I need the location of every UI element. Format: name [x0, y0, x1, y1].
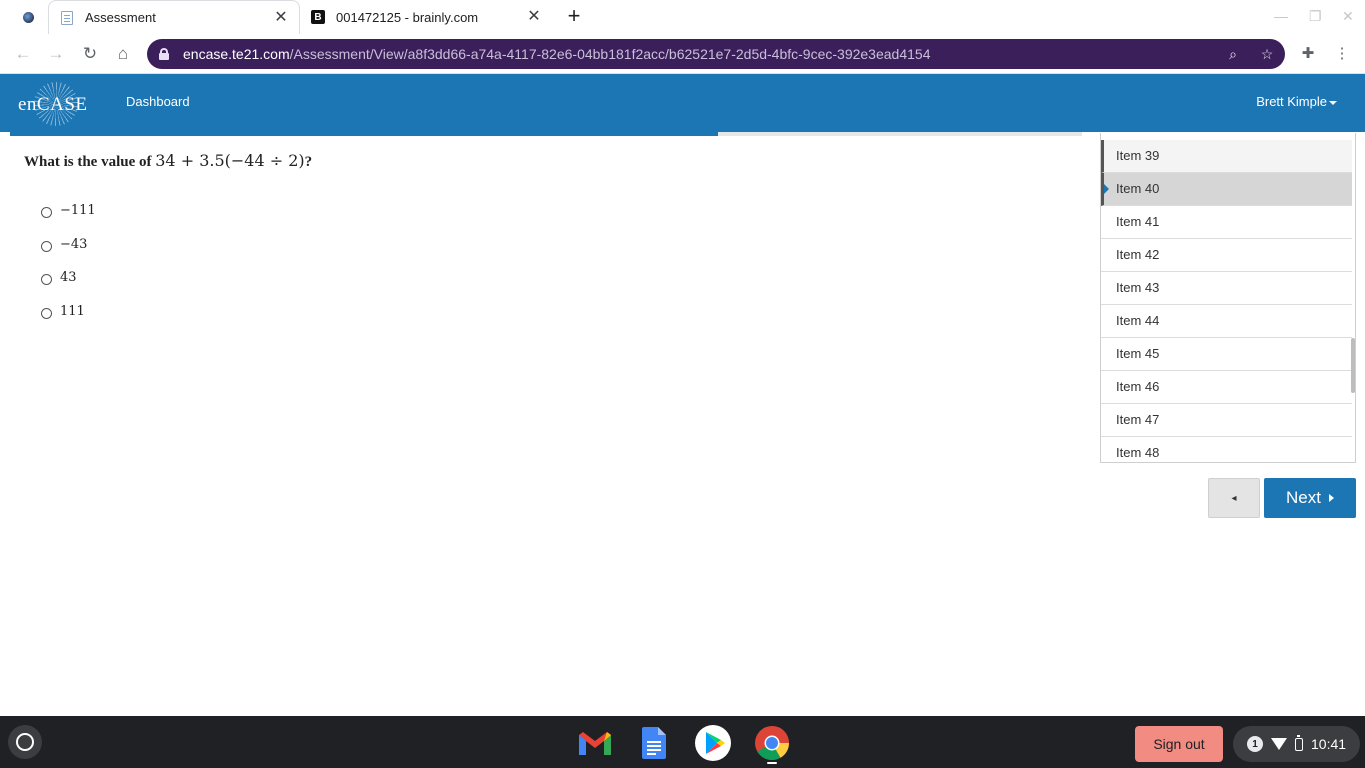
previous-button[interactable]: ◂: [1208, 478, 1260, 518]
launcher-icon[interactable]: [8, 725, 42, 759]
window-close-icon[interactable]: ✕: [1342, 8, 1354, 25]
pinned-tab[interactable]: [10, 6, 46, 28]
notification-badge: 1: [1247, 736, 1263, 752]
forward-arrow-icon[interactable]: →: [44, 42, 68, 66]
radio-button[interactable]: [41, 274, 52, 285]
next-button[interactable]: Next: [1264, 478, 1356, 518]
choice-label: −43: [60, 236, 88, 252]
tab-brainly[interactable]: B 001472125 - brainly.com ✕: [300, 0, 552, 34]
item-list-item[interactable]: Item 39: [1101, 140, 1352, 173]
document-icon: [59, 10, 75, 26]
item-list-item-current[interactable]: Item 40: [1101, 173, 1352, 206]
caret-right-icon: [1328, 494, 1334, 502]
question-expression: 34 + 3.5(−44 ÷ 2): [155, 151, 305, 170]
search-icon[interactable]: ⌕: [1223, 44, 1243, 64]
wifi-icon: [1271, 738, 1287, 750]
user-menu[interactable]: Brett Kimple: [1256, 94, 1337, 109]
item-list-item[interactable]: Item 47: [1101, 404, 1352, 437]
answer-choice[interactable]: −111: [41, 203, 96, 237]
gmail-icon[interactable]: [577, 725, 613, 761]
close-icon[interactable]: ✕: [526, 9, 542, 25]
status-tray[interactable]: 1 10:41: [1233, 726, 1360, 762]
assessment-progress-bar: [10, 132, 1082, 136]
answer-choices: −111 −43 43 111: [41, 203, 96, 337]
encase-logo[interactable]: enCASE: [18, 80, 88, 128]
item-list-item[interactable]: Item 41: [1101, 206, 1352, 239]
next-label: Next: [1286, 488, 1321, 507]
answer-choice[interactable]: 43: [41, 270, 96, 304]
app-header: enCASE Dashboard Brett Kimple: [0, 74, 1365, 132]
battery-icon: [1295, 734, 1303, 751]
browser-tab-strip: Assessment ✕ B 001472125 - brainly.com ✕…: [0, 0, 1365, 34]
item-list-item[interactable]: Item 43: [1101, 272, 1352, 305]
answer-choice[interactable]: −43: [41, 237, 96, 271]
answer-choice[interactable]: 111: [41, 304, 96, 338]
item-list-item[interactable]: Item 46: [1101, 371, 1352, 404]
kebab-menu-icon[interactable]: ⋮: [1333, 45, 1351, 63]
minimize-icon[interactable]: —: [1274, 8, 1288, 24]
item-navigator[interactable]: Item 39 Item 40 Item 41 Item 42 Item 43 …: [1100, 133, 1356, 463]
play-store-icon[interactable]: [695, 725, 731, 761]
nav-dashboard-link[interactable]: Dashboard: [126, 94, 190, 109]
item-list-item[interactable]: Item 45: [1101, 338, 1352, 371]
new-tab-button[interactable]: +: [562, 5, 586, 29]
docs-icon[interactable]: [636, 725, 672, 761]
tab-assessment[interactable]: Assessment ✕: [48, 0, 300, 34]
address-bar[interactable]: encase.te21.com/Assessment/View/a8f3dd66…: [147, 39, 1285, 69]
running-indicator: [767, 762, 777, 764]
caret-left-icon: ◂: [1231, 492, 1237, 504]
puzzle-icon[interactable]: ✚: [1299, 45, 1317, 63]
radio-button[interactable]: [41, 307, 52, 319]
lock-icon[interactable]: [159, 48, 169, 60]
user-name: Brett Kimple: [1256, 94, 1327, 109]
item-list-item[interactable]: Item 42: [1101, 239, 1352, 272]
radio-button[interactable]: [41, 207, 52, 218]
item-list-item[interactable]: Item 44: [1101, 305, 1352, 338]
brainly-icon: B: [310, 9, 326, 25]
restore-icon[interactable]: ❐: [1309, 8, 1322, 25]
chrome-icon[interactable]: [754, 725, 790, 761]
home-icon[interactable]: ⌂: [111, 42, 135, 66]
browser-toolbar: ← → ↻ ⌂ encase.te21.com/Assessment/View/…: [0, 34, 1365, 74]
reload-icon[interactable]: ↻: [78, 42, 102, 66]
progress-fill: [10, 132, 718, 136]
sign-out-button[interactable]: Sign out: [1135, 726, 1223, 762]
star-icon[interactable]: ☆: [1257, 44, 1277, 64]
close-icon[interactable]: ✕: [273, 9, 289, 26]
url-text[interactable]: encase.te21.com/Assessment/View/a8f3dd66…: [183, 46, 930, 62]
back-arrow-icon[interactable]: ←: [11, 42, 35, 66]
choice-label: 111: [60, 303, 85, 319]
radio-button[interactable]: [41, 240, 52, 252]
item-list-item[interactable]: Item 48: [1101, 437, 1352, 462]
logo-text: enCASE: [18, 94, 88, 115]
globe-icon: [22, 11, 34, 23]
system-shelf: Sign out 1 10:41: [0, 716, 1365, 768]
question-prompt: What is the value of 34 + 3.5(−44 ÷ 2)?: [24, 151, 313, 170]
caret-down-icon: [1329, 100, 1337, 105]
item-list-scrollbar[interactable]: [1351, 338, 1355, 393]
choice-label: −111: [60, 203, 96, 218]
clock: 10:41: [1311, 736, 1347, 752]
tab-title: Assessment: [85, 10, 156, 25]
tab-title: 001472125 - brainly.com: [336, 9, 479, 25]
choice-label: 43: [60, 270, 77, 285]
